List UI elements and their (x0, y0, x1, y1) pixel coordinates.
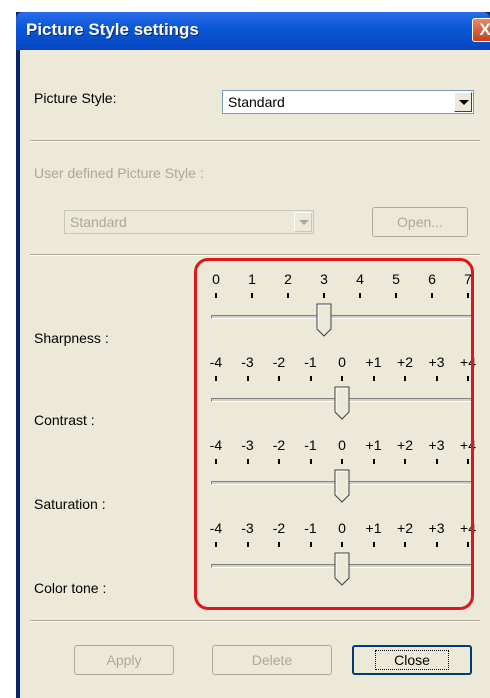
user-defined-select[interactable]: Standard (64, 210, 314, 234)
apply-button[interactable]: Apply (74, 645, 174, 675)
picture-style-window: Picture Style settings X Picture Style: … (16, 12, 490, 698)
color-tone-label: Color tone : (34, 580, 107, 596)
separator (30, 140, 480, 142)
open-button[interactable]: Open... (372, 207, 468, 237)
separator (30, 254, 480, 256)
close-button-label: Close (375, 650, 449, 670)
picture-style-value: Standard (228, 94, 285, 110)
picture-style-select[interactable]: Standard (222, 90, 474, 114)
picture-style-label: Picture Style: (34, 90, 117, 106)
contrast-label: Contrast : (34, 412, 95, 428)
user-defined-value: Standard (70, 214, 127, 230)
slider-highlight-frame (194, 258, 474, 610)
close-button[interactable]: Close (352, 645, 472, 675)
user-defined-label: User defined Picture Style : (34, 165, 204, 181)
window-close-button[interactable]: X (472, 18, 490, 42)
dropdown-arrow-icon[interactable] (454, 92, 472, 112)
separator (30, 620, 480, 622)
window-title: Picture Style settings (26, 20, 199, 39)
delete-button[interactable]: Delete (212, 645, 332, 675)
dropdown-arrow-icon[interactable] (294, 212, 312, 232)
dialog-body: Picture Style: Standard User defined Pic… (20, 50, 490, 698)
title-bar[interactable]: Picture Style settings X (16, 12, 490, 50)
saturation-label: Saturation : (34, 496, 106, 512)
sharpness-label: Sharpness : (34, 330, 109, 346)
